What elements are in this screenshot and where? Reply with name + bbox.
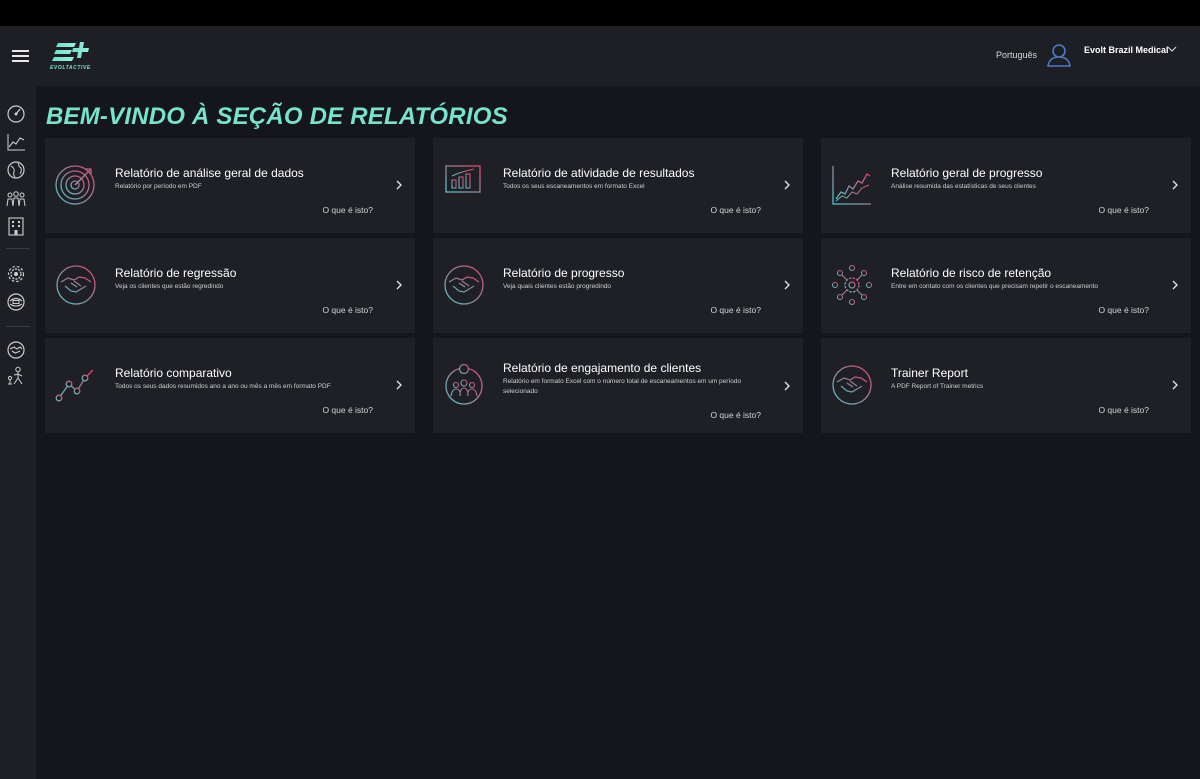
card-description: Relatório por período em PDF bbox=[115, 183, 202, 190]
report-card-client-engagement[interactable]: Relatório de engajamento de clientes Rel… bbox=[433, 338, 803, 433]
chevron-right-icon[interactable] bbox=[783, 180, 791, 190]
chart-line-icon[interactable] bbox=[6, 132, 26, 152]
sidebar bbox=[0, 86, 36, 779]
chevron-right-icon[interactable] bbox=[1171, 280, 1179, 290]
what-is-this-link[interactable]: O que é isto? bbox=[322, 305, 373, 315]
logo-text: EVOLTACTIVE bbox=[50, 65, 91, 71]
chevron-right-icon[interactable] bbox=[783, 381, 791, 391]
what-is-this-link[interactable]: O que é isto? bbox=[322, 405, 373, 415]
card-description: Entre em contato com os clientes que pre… bbox=[891, 283, 1099, 290]
card-description: Análise resumida das estatísticas de seu… bbox=[891, 183, 1036, 190]
report-card-progress[interactable]: Relatório de progresso Veja quais client… bbox=[433, 238, 803, 333]
card-title: Relatório comparativo bbox=[115, 366, 232, 380]
card-description: Todos os seus dados resumidos ano a ano … bbox=[115, 383, 331, 390]
network-gear-icon bbox=[831, 264, 873, 306]
menu-hamburger-icon[interactable] bbox=[12, 50, 29, 63]
card-title: Relatório de progresso bbox=[503, 266, 625, 280]
chevron-right-icon[interactable] bbox=[395, 380, 403, 390]
trainer-icon[interactable] bbox=[6, 366, 26, 386]
what-is-this-link[interactable]: O que é isto? bbox=[1098, 205, 1149, 215]
chevron-right-icon[interactable] bbox=[395, 280, 403, 290]
gear-icon[interactable] bbox=[6, 264, 26, 284]
language-selector[interactable]: Português bbox=[996, 50, 1037, 60]
chevron-right-icon[interactable] bbox=[395, 180, 403, 190]
handshake-icon bbox=[832, 365, 872, 405]
report-card-results-activity[interactable]: Relatório de atividade de resultados Tod… bbox=[433, 138, 803, 233]
target-icon bbox=[55, 165, 95, 205]
what-is-this-link[interactable]: O que é isto? bbox=[710, 205, 761, 215]
page-title: BEM-VINDO À SEÇÃO DE RELATÓRIOS bbox=[46, 103, 508, 130]
card-title: Trainer Report bbox=[891, 366, 968, 380]
group-add-icon bbox=[445, 364, 483, 405]
handshake-icon bbox=[444, 265, 484, 305]
chevron-down-icon[interactable] bbox=[1166, 44, 1178, 54]
card-description: Veja quais clientes estão progredindo bbox=[503, 283, 612, 290]
report-card-trainer[interactable]: Trainer Report A PDF Report of Trainer m… bbox=[821, 338, 1191, 433]
top-header: EVOLTACTIVE Português Evolt Brazil Medic… bbox=[0, 26, 1200, 86]
what-is-this-link[interactable]: O que é isto? bbox=[1098, 405, 1149, 415]
card-title: Relatório geral de progresso bbox=[891, 166, 1043, 180]
group-icon[interactable] bbox=[6, 188, 26, 208]
trend-line-icon bbox=[55, 369, 94, 402]
line-chart-icon bbox=[832, 166, 871, 205]
report-card-retention-risk[interactable]: Relatório de risco de retenção Entre em … bbox=[821, 238, 1191, 333]
card-title: Relatório de análise geral de dados bbox=[115, 166, 304, 180]
card-description: A PDF Report of Trainer metrics bbox=[891, 383, 984, 390]
card-description: Todos os seus escaneamentos em formato E… bbox=[503, 183, 645, 190]
report-card-comparative[interactable]: Relatório comparativo Todos os seus dado… bbox=[45, 338, 415, 433]
sync-settings-icon[interactable] bbox=[6, 292, 26, 312]
report-card-regression[interactable]: Relatório de regressão Veja os clientes … bbox=[45, 238, 415, 333]
what-is-this-link[interactable]: O que é isto? bbox=[710, 305, 761, 315]
what-is-this-link[interactable]: O que é isto? bbox=[710, 410, 761, 420]
sidebar-divider bbox=[6, 326, 30, 327]
card-title: Relatório de atividade de resultados bbox=[503, 166, 695, 180]
dashboard-gauge-icon[interactable] bbox=[6, 104, 26, 124]
card-title: Relatório de engajamento de clientes bbox=[503, 361, 702, 375]
handshake-icon[interactable] bbox=[6, 340, 26, 360]
chevron-right-icon[interactable] bbox=[1171, 380, 1179, 390]
building-icon[interactable] bbox=[6, 216, 26, 236]
globe-icon[interactable] bbox=[6, 160, 26, 180]
report-card-general-progress[interactable]: Relatório geral de progresso Análise res… bbox=[821, 138, 1191, 233]
card-title: Relatório de risco de retenção bbox=[891, 266, 1052, 280]
handshake-icon bbox=[56, 265, 96, 305]
presentation-chart-icon bbox=[445, 165, 481, 205]
card-title: Relatório de regressão bbox=[115, 266, 237, 280]
report-card-general-analysis[interactable]: Relatório de análise geral de dados Rela… bbox=[45, 138, 415, 233]
window-top-strip bbox=[0, 0, 1200, 26]
chevron-right-icon[interactable] bbox=[783, 280, 791, 290]
what-is-this-link[interactable]: O que é isto? bbox=[322, 205, 373, 215]
what-is-this-link[interactable]: O que é isto? bbox=[1098, 305, 1149, 315]
user-avatar-icon[interactable] bbox=[1046, 43, 1072, 67]
sidebar-divider bbox=[6, 248, 30, 249]
chevron-right-icon[interactable] bbox=[1171, 180, 1179, 190]
user-name[interactable]: Evolt Brazil Medical bbox=[1084, 45, 1169, 55]
card-description: Veja os clientes que estão regredindo bbox=[115, 283, 224, 290]
card-description: Relatório em formato Excel com o número … bbox=[503, 378, 742, 395]
